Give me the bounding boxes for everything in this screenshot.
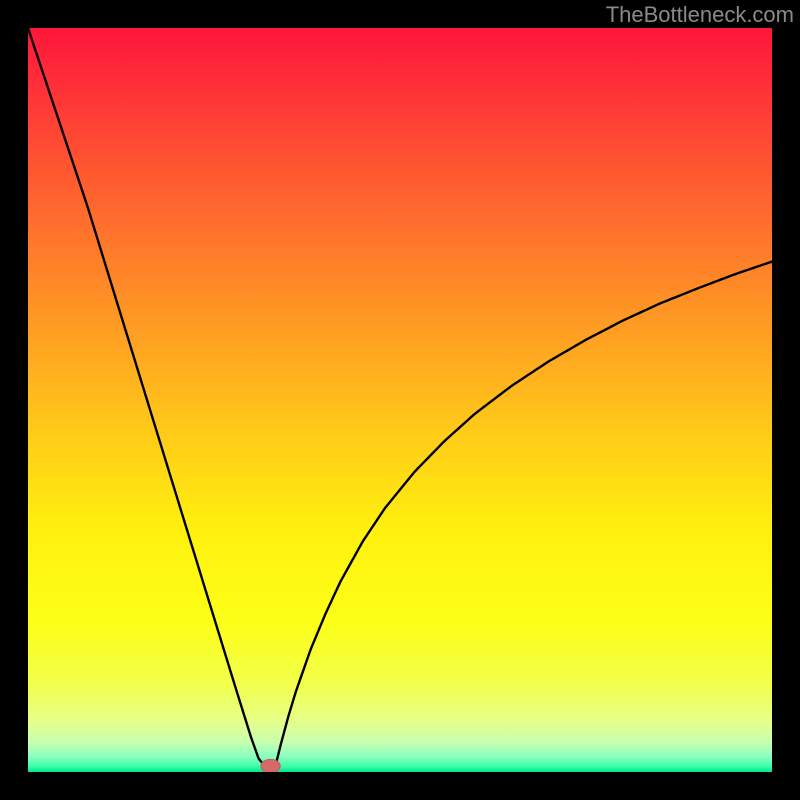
optimal-marker [261, 759, 280, 772]
watermark: TheBottleneck.com [606, 2, 794, 28]
chart-background [28, 28, 772, 772]
chart-svg [28, 28, 772, 772]
chart-frame: TheBottleneck.com [0, 0, 800, 800]
bottleneck-chart [28, 28, 772, 772]
